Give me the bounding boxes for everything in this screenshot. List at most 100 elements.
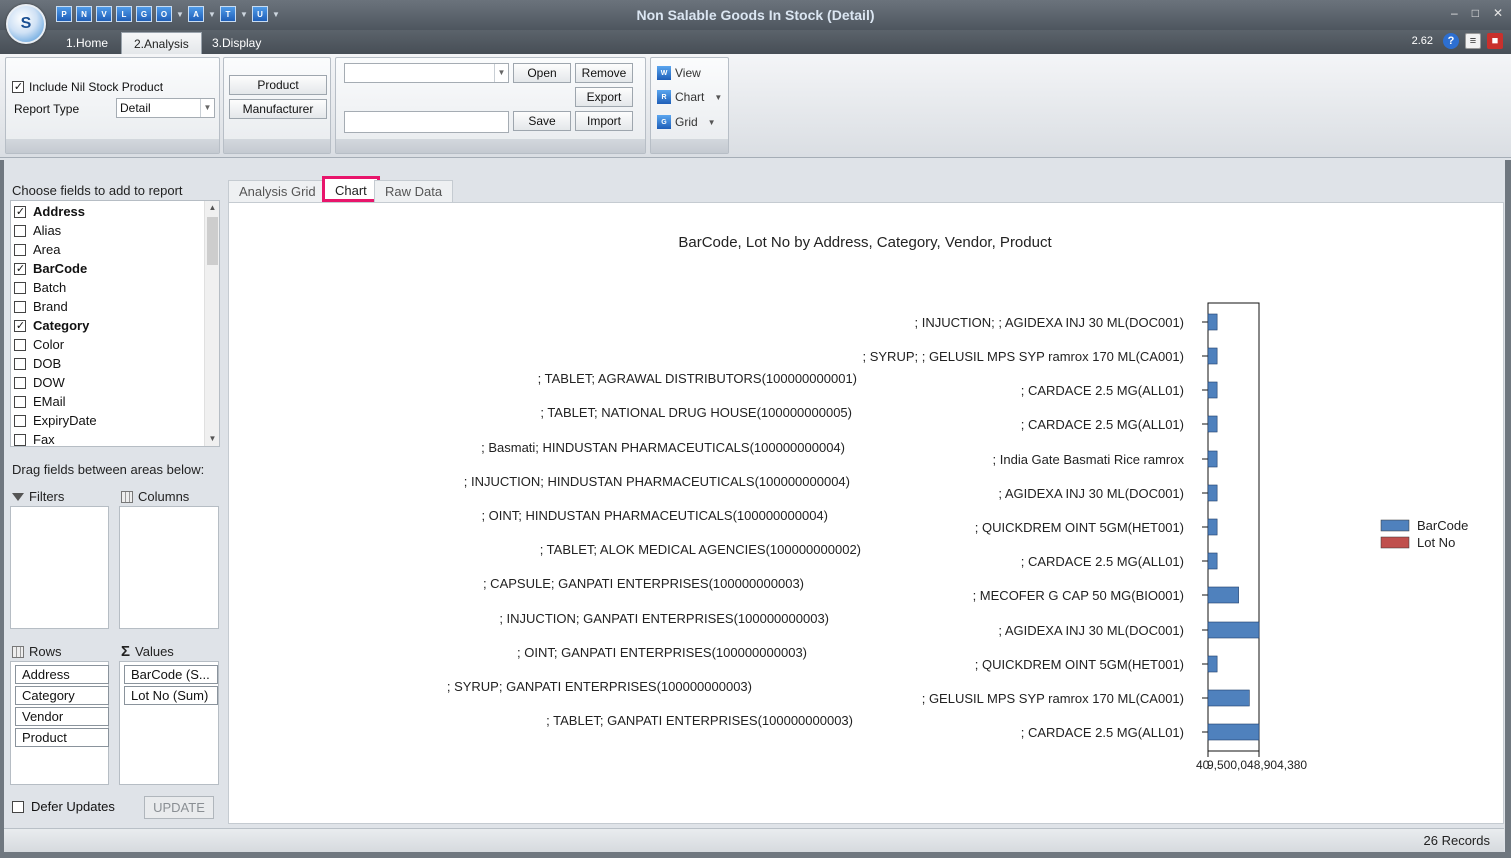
- legend-label: Lot No: [1417, 535, 1455, 550]
- field-item[interactable]: DOW: [14, 373, 65, 392]
- row-field-pill[interactable]: Vendor: [15, 707, 109, 726]
- value-field-pill[interactable]: Lot No (Sum): [124, 686, 218, 705]
- notepad-icon[interactable]: ≡: [1465, 33, 1481, 49]
- row-field-pill[interactable]: Product: [15, 728, 109, 747]
- field-item[interactable]: Alias: [14, 221, 61, 240]
- y-tick-label: ; SYRUP; ; GELUSIL MPS SYP ramrox 170 ML…: [862, 349, 1184, 364]
- field-item[interactable]: DOB: [14, 354, 61, 373]
- save-button[interactable]: Save: [513, 111, 571, 131]
- y-tick-label: ; QUICKDREM OINT 5GM(HET001): [975, 657, 1184, 672]
- y-tick-label: ; India Gate Basmati Rice ramrox: [993, 452, 1185, 467]
- status-bar: 26 Records: [4, 828, 1504, 852]
- field-item[interactable]: Address: [14, 202, 85, 221]
- y-group-label: ; OINT; GANPATI ENTERPRISES(100000000003…: [517, 645, 807, 660]
- exit-icon[interactable]: ■: [1487, 33, 1503, 49]
- minimize-icon[interactable]: –: [1451, 6, 1458, 20]
- report-type-select[interactable]: Detail ▼: [116, 98, 215, 118]
- filter-icon: [12, 492, 24, 501]
- checkbox-icon[interactable]: [14, 224, 26, 237]
- tab-raw-data[interactable]: Raw Data: [374, 180, 454, 202]
- bar-barcode: [1207, 689, 1250, 707]
- field-item[interactable]: Brand: [14, 297, 68, 316]
- report-type-label: Report Type: [14, 102, 80, 116]
- maximize-icon[interactable]: □: [1472, 6, 1479, 20]
- field-list-scrollbar[interactable]: ▲ ▼: [204, 201, 219, 446]
- close-icon[interactable]: ✕: [1493, 6, 1503, 20]
- field-item[interactable]: EMail: [14, 392, 66, 411]
- columns-icon: [121, 490, 133, 503]
- y-group-label: ; OINT; HINDUSTAN PHARMACEUTICALS(100000…: [481, 508, 828, 523]
- scroll-up-icon[interactable]: ▲: [205, 201, 220, 215]
- checkbox-icon[interactable]: [14, 319, 26, 332]
- checkbox-icon[interactable]: [14, 357, 26, 370]
- filters-area[interactable]: [10, 506, 109, 629]
- remove-button[interactable]: Remove: [575, 63, 633, 83]
- checkbox-icon[interactable]: [14, 376, 26, 389]
- chevron-down-icon: ▼: [494, 64, 508, 82]
- include-nil-checkbox[interactable]: Include Nil Stock Product: [12, 80, 163, 94]
- tab-analysis[interactable]: 2.Analysis: [121, 32, 202, 54]
- checkbox-icon[interactable]: [14, 300, 26, 313]
- value-field-pill[interactable]: BarCode (S...: [124, 665, 218, 684]
- values-header: Σ Values: [121, 642, 174, 660]
- tab-display[interactable]: 3.Display: [200, 32, 273, 54]
- field-item[interactable]: BarCode: [14, 259, 87, 278]
- defer-updates-checkbox[interactable]: Defer Updates: [12, 799, 115, 814]
- layout-name-input[interactable]: [344, 111, 509, 133]
- help-icon[interactable]: ?: [1443, 33, 1459, 49]
- bar-barcode: [1207, 655, 1218, 673]
- product-button[interactable]: Product: [229, 75, 327, 95]
- chart-button[interactable]: R Chart ▼: [657, 87, 722, 107]
- legend-swatch: [1380, 536, 1410, 549]
- bar-barcode: [1207, 415, 1218, 433]
- y-group-label: ; TABLET; NATIONAL DRUG HOUSE(1000000000…: [540, 405, 852, 420]
- checkbox-icon[interactable]: [14, 395, 26, 408]
- sigma-icon: Σ: [121, 642, 131, 660]
- grid-icon: G: [657, 115, 671, 129]
- row-field-pill[interactable]: Category: [15, 686, 109, 705]
- row-field-pill[interactable]: Address: [15, 665, 109, 684]
- field-item[interactable]: Area: [14, 240, 60, 259]
- window-title: Non Salable Goods In Stock (Detail): [636, 7, 875, 23]
- scroll-down-icon[interactable]: ▼: [205, 432, 220, 446]
- export-button[interactable]: Export: [575, 87, 633, 107]
- import-button[interactable]: Import: [575, 111, 633, 131]
- tab-home[interactable]: 1.Home: [54, 32, 120, 54]
- tab-chart[interactable]: Chart: [322, 176, 380, 202]
- checkbox-icon[interactable]: [14, 338, 26, 351]
- chevron-down-icon: ▼: [714, 92, 723, 102]
- checkbox-icon[interactable]: [14, 281, 26, 294]
- app-logo-button[interactable]: S: [6, 4, 46, 44]
- y-tick-label: ; QUICKDREM OINT 5GM(HET001): [975, 520, 1184, 535]
- view-icon: W: [657, 66, 671, 80]
- rows-area[interactable]: Address Category Vendor Product: [10, 661, 109, 785]
- field-chooser-panel: Choose fields to add to report AddressAl…: [4, 176, 223, 824]
- field-item[interactable]: ExpiryDate: [14, 411, 97, 430]
- y-tick-label: ; MECOFER G CAP 50 MG(BIO001): [973, 588, 1184, 603]
- checkbox-icon[interactable]: [14, 414, 26, 427]
- field-item[interactable]: Category: [14, 316, 89, 335]
- bar-barcode: [1207, 586, 1239, 604]
- field-item[interactable]: Batch: [14, 278, 66, 297]
- checkbox-icon[interactable]: [14, 433, 26, 446]
- update-button[interactable]: UPDATE: [144, 796, 214, 819]
- window-controls: – □ ✕: [1451, 6, 1503, 20]
- checkbox-icon[interactable]: [14, 243, 26, 256]
- view-button[interactable]: W View: [657, 63, 701, 83]
- values-area[interactable]: BarCode (S... Lot No (Sum): [119, 661, 219, 785]
- tab-analysis-grid[interactable]: Analysis Grid: [228, 180, 327, 202]
- legend-label: BarCode: [1417, 518, 1468, 533]
- grid-button[interactable]: G Grid ▼: [657, 112, 716, 132]
- chart-icon: R: [657, 90, 671, 104]
- open-button[interactable]: Open: [513, 63, 571, 83]
- checkbox-icon[interactable]: [14, 262, 26, 275]
- columns-area[interactable]: [119, 506, 219, 629]
- field-item[interactable]: Color: [14, 335, 64, 354]
- bar-barcode: [1207, 347, 1218, 365]
- layout-combo[interactable]: ▼: [344, 63, 509, 83]
- manufacturer-button[interactable]: Manufacturer: [229, 99, 327, 119]
- field-item[interactable]: Fax: [14, 430, 55, 449]
- y-group-label: ; INJUCTION; GANPATI ENTERPRISES(1000000…: [499, 611, 829, 626]
- record-count: 26 Records: [1423, 833, 1490, 848]
- checkbox-icon[interactable]: [14, 205, 26, 218]
